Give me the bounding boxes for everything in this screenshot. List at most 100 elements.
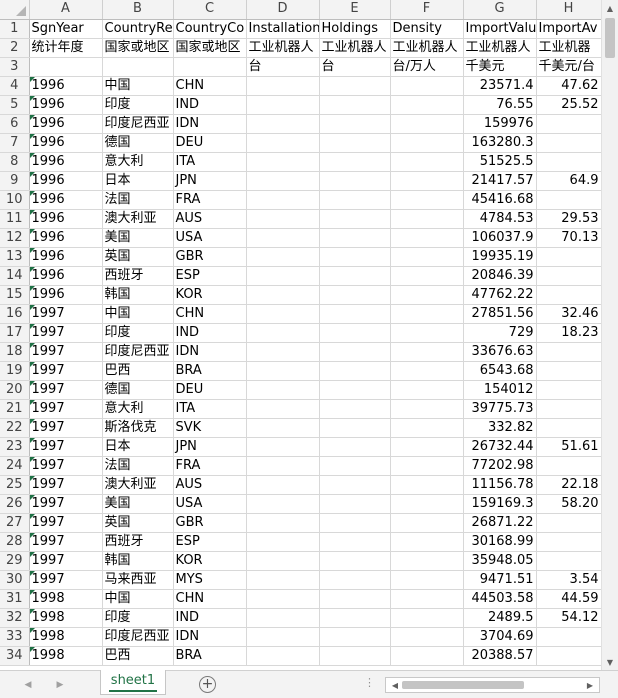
cell-e[interactable]	[319, 551, 391, 571]
cell-e[interactable]	[319, 76, 391, 96]
cell-e[interactable]: 台	[319, 57, 391, 77]
cell-e[interactable]	[319, 247, 391, 267]
cell-a[interactable]: 1996	[29, 209, 103, 229]
row-header[interactable]: 31	[0, 589, 30, 609]
scroll-up-icon[interactable]: ▲	[602, 0, 618, 16]
cell-a[interactable]: 1996	[29, 228, 103, 248]
cell-c[interactable]: JPN	[173, 437, 247, 457]
cell-c[interactable]: DEU	[173, 380, 247, 400]
cell-d[interactable]	[246, 95, 320, 115]
row-header[interactable]: 12	[0, 228, 30, 248]
cell-b[interactable]: 印度	[102, 323, 174, 343]
cell-g[interactable]: 11156.78	[463, 475, 537, 495]
row-header[interactable]: 23	[0, 437, 30, 457]
cell-e[interactable]	[319, 133, 391, 153]
cell-g[interactable]: 77202.98	[463, 456, 537, 476]
cell-a[interactable]	[29, 57, 103, 77]
cell-b[interactable]: 国家或地区	[102, 38, 174, 58]
cell-h[interactable]	[536, 399, 601, 419]
cell-a[interactable]: 1996	[29, 76, 103, 96]
cell-b[interactable]: 西班牙	[102, 532, 174, 552]
sheet-tab-sheet1[interactable]: sheet1	[100, 670, 166, 695]
cell-b[interactable]: 英国	[102, 247, 174, 267]
cell-c[interactable]: BRA	[173, 361, 247, 381]
cell-d[interactable]: 工业机器人	[246, 38, 320, 58]
cell-h[interactable]: 工业机器	[536, 38, 601, 58]
row-header[interactable]: 6	[0, 114, 30, 134]
cell-c[interactable]: IDN	[173, 627, 247, 647]
cell-h[interactable]: 70.13	[536, 228, 601, 248]
cell-f[interactable]	[390, 627, 464, 647]
cell-a[interactable]: 1997	[29, 456, 103, 476]
cell-h[interactable]: 25.52	[536, 95, 601, 115]
cell-h[interactable]	[536, 152, 601, 172]
row-header[interactable]: 20	[0, 380, 30, 400]
cell-h[interactable]	[536, 627, 601, 647]
cell-a[interactable]: 1997	[29, 437, 103, 457]
cell-c[interactable]: GBR	[173, 513, 247, 533]
row-header[interactable]: 3	[0, 57, 30, 77]
cell-e[interactable]	[319, 456, 391, 476]
cell-h[interactable]	[536, 532, 601, 552]
cell-f[interactable]	[390, 475, 464, 495]
cell-h[interactable]	[536, 133, 601, 153]
cell-b[interactable]: 斯洛伐克	[102, 418, 174, 438]
cell-c[interactable]: IDN	[173, 342, 247, 362]
cell-d[interactable]	[246, 171, 320, 191]
cell-a[interactable]: 1998	[29, 608, 103, 628]
cell-c[interactable]: USA	[173, 494, 247, 514]
cell-f[interactable]	[390, 266, 464, 286]
cell-e[interactable]	[319, 646, 391, 666]
cell-g[interactable]: ImportValu	[463, 19, 537, 39]
cell-e[interactable]	[319, 114, 391, 134]
cell-c[interactable]: JPN	[173, 171, 247, 191]
cell-d[interactable]	[246, 342, 320, 362]
cell-e[interactable]	[319, 494, 391, 514]
row-header[interactable]: 14	[0, 266, 30, 286]
cell-g[interactable]: 154012	[463, 380, 537, 400]
cell-b[interactable]: 印度尼西亚	[102, 627, 174, 647]
cell-f[interactable]	[390, 133, 464, 153]
cell-e[interactable]	[319, 361, 391, 381]
cell-f[interactable]	[390, 456, 464, 476]
select-all-corner[interactable]	[0, 0, 30, 20]
cell-c[interactable]: CHN	[173, 589, 247, 609]
cell-a[interactable]: 1997	[29, 323, 103, 343]
cell-a[interactable]: 1997	[29, 551, 103, 571]
cell-d[interactable]	[246, 418, 320, 438]
cell-b[interactable]: 德国	[102, 133, 174, 153]
cell-e[interactable]	[319, 190, 391, 210]
cell-a[interactable]: 1997	[29, 361, 103, 381]
cell-f[interactable]	[390, 190, 464, 210]
row-header[interactable]: 1	[0, 19, 30, 39]
cell-g[interactable]: 19935.19	[463, 247, 537, 267]
add-sheet-icon[interactable]: +	[199, 676, 216, 693]
cell-a[interactable]: 1996	[29, 152, 103, 172]
cell-b[interactable]: 中国	[102, 76, 174, 96]
cell-b[interactable]: 印度	[102, 608, 174, 628]
cell-g[interactable]: 163280.3	[463, 133, 537, 153]
cell-h[interactable]: 千美元/台	[536, 57, 601, 77]
cell-c[interactable]: ESP	[173, 266, 247, 286]
row-header[interactable]: 21	[0, 399, 30, 419]
cell-b[interactable]: 澳大利亚	[102, 475, 174, 495]
cell-f[interactable]	[390, 646, 464, 666]
cell-b[interactable]: CountryRe	[102, 19, 174, 39]
cell-h[interactable]: 32.46	[536, 304, 601, 324]
cell-g[interactable]: 3704.69	[463, 627, 537, 647]
cell-h[interactable]: ImportAv	[536, 19, 601, 39]
cell-c[interactable]: DEU	[173, 133, 247, 153]
cell-d[interactable]	[246, 437, 320, 457]
cell-g[interactable]: 39775.73	[463, 399, 537, 419]
cell-e[interactable]	[319, 380, 391, 400]
cell-g[interactable]: 332.82	[463, 418, 537, 438]
cell-a[interactable]: 1996	[29, 171, 103, 191]
cell-g[interactable]: 44503.58	[463, 589, 537, 609]
cell-f[interactable]	[390, 361, 464, 381]
row-header[interactable]: 24	[0, 456, 30, 476]
cell-f[interactable]	[390, 342, 464, 362]
cell-g[interactable]: 45416.68	[463, 190, 537, 210]
cell-b[interactable]: 法国	[102, 190, 174, 210]
cell-h[interactable]	[536, 247, 601, 267]
cell-b[interactable]	[102, 57, 174, 77]
